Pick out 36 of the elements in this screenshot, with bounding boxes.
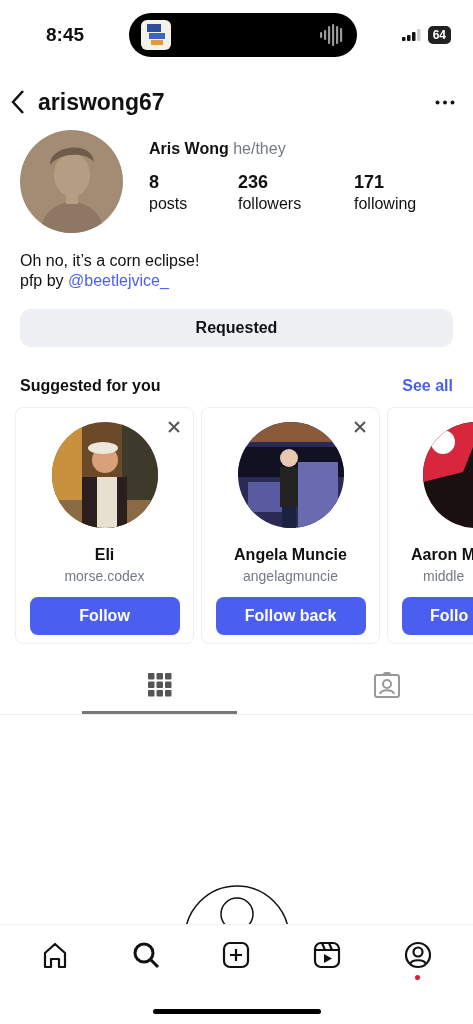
back-icon[interactable]: [10, 89, 26, 115]
reels-icon[interactable]: [313, 941, 342, 969]
see-all-link[interactable]: See all: [402, 377, 453, 395]
create-icon[interactable]: [222, 941, 251, 969]
suggestion-handle: middle: [423, 568, 465, 584]
tagged-icon: [373, 670, 401, 699]
suggestion-name: Eli: [94, 546, 115, 564]
bio-text: Oh no, it’s a corn eclipse!: [20, 251, 201, 271]
stat-label: posts: [149, 195, 189, 213]
signal-icon: [401, 29, 422, 41]
search-icon[interactable]: [131, 941, 160, 969]
follow-button[interactable]: Follow back: [215, 597, 366, 635]
more-icon[interactable]: [435, 99, 455, 105]
stat-count: 8: [149, 172, 160, 193]
grid-icon: [147, 672, 172, 697]
suggestion-handle: angelagmuncie: [243, 568, 338, 584]
display-name: Aris Wong he/they: [149, 140, 287, 158]
waveform-icon: [318, 24, 345, 46]
requested-button[interactable]: Requested: [20, 309, 453, 347]
follow-button[interactable]: Follo: [402, 597, 473, 635]
follow-button[interactable]: Follow: [29, 597, 180, 635]
username: ariswong67: [38, 88, 166, 116]
close-icon[interactable]: [167, 420, 181, 434]
stat-label: following: [354, 195, 418, 213]
mention-link[interactable]: @beetlejvice_: [68, 272, 169, 289]
stat-label: followers: [238, 195, 303, 213]
battery-level: 64: [427, 26, 451, 44]
section-title: Suggested for you: [20, 377, 161, 395]
credit-text: pfp by: [20, 272, 64, 289]
suggestion-name: Angela Muncie: [234, 546, 347, 564]
close-icon[interactable]: [353, 420, 367, 434]
stat-count: 171: [354, 172, 386, 193]
suggestion-handle: morse.codex: [64, 568, 145, 584]
stat-count: 236: [238, 172, 270, 193]
profile-icon[interactable]: [403, 941, 432, 969]
status-time: 8:45: [46, 24, 85, 46]
